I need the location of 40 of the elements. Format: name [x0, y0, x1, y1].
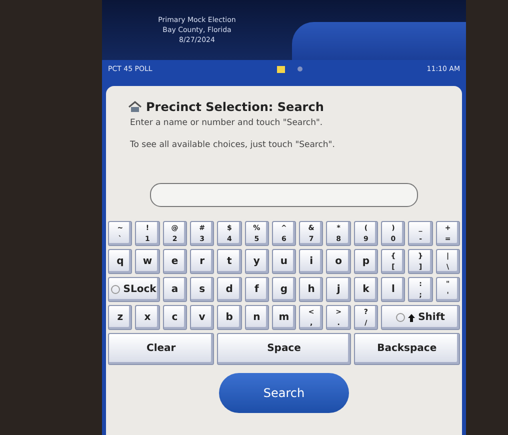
keyboard-key[interactable]: t [217, 249, 242, 274]
house-icon [128, 101, 142, 113]
keyboard-key[interactable]: a [162, 277, 187, 302]
keyboard-key[interactable]: p [354, 249, 378, 274]
keyboard-key[interactable]: n [244, 305, 269, 330]
up-arrow-icon [408, 314, 416, 322]
screen-title: Precinct Selection: Search [146, 100, 324, 114]
keyboard-key[interactable]: d [217, 277, 242, 302]
instruction-text: Enter a name or number and touch "Search". [129, 118, 324, 128]
keyboard-key[interactable]: g [272, 277, 296, 302]
keyboard-key[interactable]: b [217, 305, 242, 330]
status-icon [296, 66, 303, 72]
keyboard-key[interactable]: e [162, 249, 187, 274]
keyboard-key[interactable]: l [381, 277, 406, 302]
keyboard-key[interactable]: w [135, 249, 160, 274]
keyboard-key[interactable]: i [299, 249, 324, 274]
note-icon [276, 66, 285, 72]
keyboard-key[interactable]: f [244, 277, 269, 302]
keyboard-key[interactable]: c [162, 305, 187, 330]
instruction-text: To see all available choices, just touch "Search". [129, 140, 336, 150]
keyboard-key[interactable]: v [190, 305, 214, 330]
keyboard-key[interactable]: z [108, 305, 132, 330]
keyboard-key[interactable]: k [354, 277, 378, 302]
keyboard-key[interactable]: q [108, 249, 132, 274]
keyboard-key[interactable]: Backspace [354, 333, 460, 365]
keyboard-key[interactable]: r [190, 249, 214, 274]
keyboard-key[interactable]: h [299, 277, 324, 302]
keyboard-key[interactable]: u [272, 249, 296, 274]
search-button[interactable]: Search [219, 373, 349, 413]
keyboard-key[interactable]: y [244, 249, 269, 274]
keyboard-key[interactable]: s [190, 277, 214, 302]
keyboard-key[interactable]: Shift [381, 305, 460, 330]
keyboard-key[interactable]: x [135, 305, 160, 330]
search-field[interactable] [150, 183, 418, 207]
keyboard-key[interactable]: m [272, 305, 296, 330]
keyboard-key[interactable]: Space [217, 333, 351, 365]
keyboard-key[interactable]: j [326, 277, 351, 302]
keyboard-key[interactable]: o [326, 249, 351, 274]
keyboard-key[interactable]: Clear [108, 333, 214, 365]
keyboard-key[interactable]: SLock [108, 277, 160, 302]
